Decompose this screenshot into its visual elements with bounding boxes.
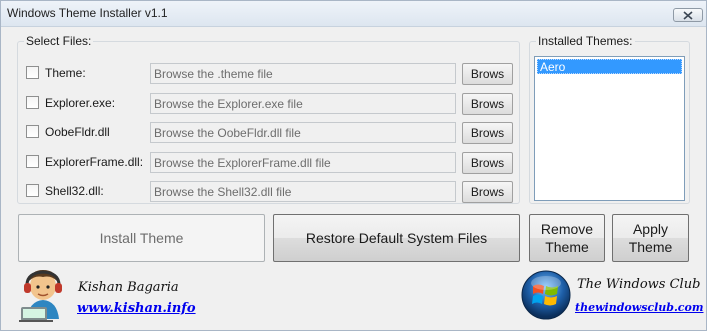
theme-list-item[interactable]: Aero xyxy=(537,59,682,74)
remove-theme-label: Remove Theme xyxy=(541,220,593,256)
shell32-checkbox[interactable] xyxy=(26,184,39,197)
restore-default-files-button[interactable]: Restore Default System Files xyxy=(273,214,520,262)
file-row-theme: Theme: Browse the .theme file Brows xyxy=(26,63,516,85)
file-row-explorerframe: ExplorerFrame.dll: Browse the ExplorerFr… xyxy=(26,152,516,174)
club-website-link[interactable]: thewindowsclub.com xyxy=(575,301,703,314)
close-icon xyxy=(683,10,693,20)
explorer-path-field[interactable]: Browse the Explorer.exe file xyxy=(150,93,456,114)
theme-path-field[interactable]: Browse the .theme file xyxy=(150,63,456,84)
installed-themes-legend: Installed Themes: xyxy=(538,34,633,48)
file-row-shell32: Shell32.dll: Browse the Shell32.dll file… xyxy=(26,181,516,203)
oobefldr-label: OobeFldr.dll xyxy=(45,125,110,139)
remove-theme-label-line1: Remove xyxy=(540,221,594,237)
theme-checkbox[interactable] xyxy=(26,66,39,79)
close-button[interactable] xyxy=(673,8,703,22)
oobefldr-path-field[interactable]: Browse the OobeFldr.dll file xyxy=(150,122,456,143)
oobefldr-checkbox[interactable] xyxy=(26,125,39,138)
explorerframe-path-field[interactable]: Browse the ExplorerFrame.dll file xyxy=(150,152,456,173)
install-theme-button[interactable]: Install Theme xyxy=(18,214,265,262)
apply-theme-label: Apply Theme xyxy=(629,220,673,256)
theme-browse-button[interactable]: Brows xyxy=(462,63,513,85)
windows-logo-icon xyxy=(521,270,571,320)
apply-theme-label-line1: Apply xyxy=(632,221,668,237)
club-name: The Windows Club xyxy=(577,277,701,292)
author-name: Kishan Bagaria xyxy=(78,280,179,295)
apply-theme-label-line2: Theme xyxy=(628,239,673,255)
avatar-icon xyxy=(19,270,62,322)
shell32-path-field[interactable]: Browse the Shell32.dll file xyxy=(150,181,456,202)
explorer-label: Explorer.exe: xyxy=(45,96,116,110)
explorer-browse-button[interactable]: Brows xyxy=(462,93,513,115)
explorerframe-checkbox[interactable] xyxy=(26,155,39,168)
explorerframe-label: ExplorerFrame.dll: xyxy=(45,155,144,169)
oobefldr-browse-button[interactable]: Brows xyxy=(462,122,513,144)
remove-theme-label-line2: Theme xyxy=(545,239,589,255)
explorerframe-browse-button[interactable]: Brows xyxy=(462,152,513,174)
title-bar: Windows Theme Installer v1.1 xyxy=(1,1,706,27)
select-files-legend: Select Files: xyxy=(26,34,92,48)
select-files-group: Select Files: Theme: Browse the .theme f… xyxy=(17,34,520,204)
theme-label: Theme: xyxy=(45,66,86,80)
remove-theme-button[interactable]: Remove Theme xyxy=(529,214,605,262)
installed-themes-group: Installed Themes: Aero xyxy=(529,34,690,204)
explorer-checkbox[interactable] xyxy=(26,96,39,109)
shell32-browse-button[interactable]: Brows xyxy=(462,181,513,203)
installed-themes-list[interactable]: Aero xyxy=(534,56,685,201)
file-row-oobefldr: OobeFldr.dll Browse the OobeFldr.dll fil… xyxy=(26,122,516,144)
app-window: Windows Theme Installer v1.1 Select File… xyxy=(0,0,707,331)
shell32-label: Shell32.dll: xyxy=(45,184,104,198)
apply-theme-button[interactable]: Apply Theme xyxy=(612,214,689,262)
file-row-explorer: Explorer.exe: Browse the Explorer.exe fi… xyxy=(26,93,516,115)
window-title: Windows Theme Installer v1.1 xyxy=(7,6,168,20)
author-website-link[interactable]: www.kishan.info xyxy=(77,301,196,316)
